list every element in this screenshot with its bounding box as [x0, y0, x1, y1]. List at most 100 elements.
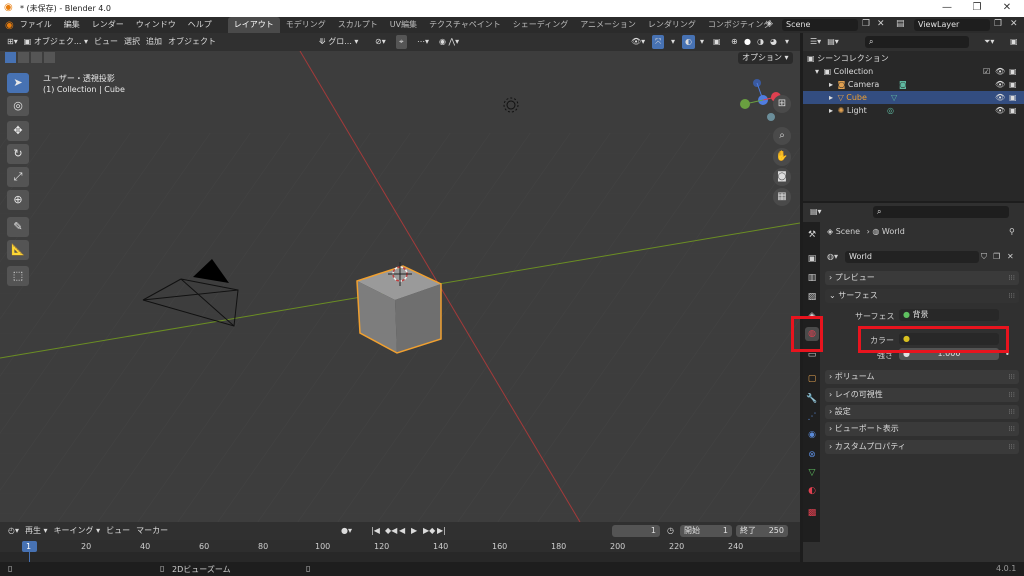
eye-icon[interactable]: 👁 — [995, 78, 1005, 91]
outliner-row-cube[interactable]: ▸ ▽ Cube ▽ 👁 ▣ — [803, 91, 1024, 104]
object-tab-icon[interactable]: ▢ — [805, 372, 819, 386]
data-tab-icon[interactable]: ▽ — [805, 466, 819, 480]
start-frame-field[interactable]: 開始 1 — [680, 525, 732, 537]
select-mode-icons[interactable] — [5, 52, 65, 64]
new-viewlayer-icon[interactable]: ❐ — [994, 19, 1002, 29]
tab-animation[interactable]: アニメーション — [574, 17, 642, 33]
view-layer-tab-icon[interactable]: ▨ — [805, 290, 819, 304]
camera-render-icon[interactable]: ▣ — [1009, 78, 1017, 91]
shading-dropdown-icon[interactable]: ▾ — [782, 35, 792, 49]
drag-grip-icon[interactable]: ⁞⁞⁞ — [1008, 388, 1015, 402]
select-subtract-icon[interactable] — [31, 52, 42, 63]
tab-sculpt[interactable]: スカルプト — [332, 17, 384, 33]
add-menu[interactable]: 追加 — [143, 35, 165, 49]
panel-custom-properties[interactable]: › カスタムプロパティ ⁞⁞⁞ — [825, 440, 1019, 454]
material-shading-icon[interactable]: ◑ — [754, 35, 767, 49]
output-tab-icon[interactable]: ▥ — [805, 271, 819, 285]
scale-tool[interactable]: ⤢ — [7, 167, 29, 187]
checkbox-icon[interactable]: ☑ — [983, 65, 990, 78]
3d-viewport[interactable]: ユーザー・透視投影 (1) Collection | Cube ➤ ◎ ✥ ↻ … — [0, 33, 800, 522]
duplicate-icon[interactable]: ❐ — [993, 252, 1000, 261]
camera-view-button[interactable]: ◙ — [773, 168, 791, 186]
world-name-field[interactable]: World — [845, 251, 979, 263]
drag-grip-icon[interactable]: ⁞⁞⁞ — [1008, 405, 1015, 419]
camera-render-icon[interactable]: ▣ — [1009, 65, 1017, 78]
tab-texture-paint[interactable]: テクスチャペイント — [423, 17, 507, 33]
tab-modeling[interactable]: モデリング — [280, 17, 332, 33]
move-tool[interactable]: ✥ — [7, 121, 29, 141]
menu-file[interactable]: ファイル — [14, 17, 58, 33]
object-menu[interactable]: オブジェクト — [165, 35, 219, 49]
ortho-toggle-button[interactable]: ⊞ — [773, 95, 791, 113]
select-new-icon[interactable] — [5, 52, 16, 63]
drag-grip-icon[interactable]: ⁞⁞⁞ — [1008, 289, 1015, 303]
world-datablock-icon[interactable]: ◍▾ — [827, 252, 838, 261]
viewlayer-icon[interactable]: ▤ — [896, 19, 905, 29]
transform-orientation-dropdown[interactable]: ⟱ グロ... ▾ — [316, 35, 361, 49]
drag-grip-icon[interactable]: ⁞⁞⁞ — [1008, 271, 1015, 285]
eye-icon[interactable]: 👁 — [995, 65, 1005, 78]
panel-viewport-display[interactable]: › ビューポート表示 ⁞⁞⁞ — [825, 422, 1019, 436]
physics-tab-icon[interactable]: ◉ — [805, 428, 819, 442]
mode-dropdown[interactable]: ▣ オブジェク... ▾ — [21, 35, 91, 49]
eye-icon[interactable]: 👁 — [995, 104, 1005, 117]
select-extend-icon[interactable] — [18, 52, 29, 63]
modifier-tab-icon[interactable]: 🔧 — [805, 392, 819, 406]
gizmo-dropdown-icon[interactable]: ▾ — [668, 35, 678, 49]
keying-menu[interactable]: キーイング ▾ — [51, 524, 104, 538]
snap-icon[interactable]: ⌖ — [396, 35, 407, 49]
menu-help[interactable]: ヘルプ — [182, 17, 218, 33]
panel-surface[interactable]: ⌄ サーフェス ⁞⁞⁞ — [825, 289, 1019, 303]
timeline-editor-icon[interactable]: ◴▾ — [5, 524, 22, 538]
gizmo-toggle-icon[interactable]: ⤧ — [652, 35, 665, 49]
tab-uv-editing[interactable]: UV編集 — [384, 17, 423, 33]
light-object[interactable] — [503, 97, 519, 113]
expand-icon[interactable]: ▾ — [815, 67, 819, 76]
view-menu[interactable]: ビュー — [91, 35, 121, 49]
tab-rendering[interactable]: レンダリング — [642, 17, 702, 33]
minimize-icon[interactable]: — — [932, 2, 962, 13]
outliner-row-light[interactable]: ▸ ✺ Light ◎ 👁 ▣ — [803, 104, 1024, 117]
visibility-icon[interactable]: 👁▾ — [628, 35, 648, 49]
record-icon[interactable]: ●▾ — [338, 524, 355, 538]
play-reverse-icon[interactable]: ◀ — [396, 524, 408, 538]
drag-grip-icon[interactable]: ⁞⁞⁞ — [1008, 440, 1015, 454]
rotate-tool[interactable]: ↻ — [7, 144, 29, 164]
unlink-icon[interactable]: ✕ — [1007, 252, 1014, 261]
properties-editor-icon[interactable]: ▤▾ — [807, 205, 825, 219]
expand-icon[interactable]: ▸ — [829, 106, 833, 115]
outliner-row-camera[interactable]: ▸ ◙ Camera ◙ 👁 ▣ — [803, 78, 1024, 91]
rendered-shading-icon[interactable]: ◕ — [767, 35, 780, 49]
panel-volume[interactable]: › ボリューム ⁞⁞⁞ — [825, 370, 1019, 384]
constraints-tab-icon[interactable]: ⊗ — [805, 448, 819, 462]
xray-icon[interactable]: ▣ — [710, 35, 724, 49]
timeline-view-menu[interactable]: ビュー — [103, 524, 133, 538]
menu-render[interactable]: レンダー — [86, 17, 130, 33]
tab-shading[interactable]: シェーディング — [507, 17, 574, 33]
outliner-row-collection[interactable]: ▾ ▣ Collection ☑ 👁 ▣ — [803, 65, 1024, 78]
jump-end-icon[interactable]: ▶| — [434, 524, 449, 538]
render-tab-icon[interactable]: ▣ — [805, 252, 819, 266]
expand-icon[interactable]: ▸ — [829, 93, 833, 102]
display-mode-icon[interactable]: ▤▾ — [824, 35, 842, 49]
outliner-search[interactable]: ⌕ — [865, 36, 969, 48]
maximize-icon[interactable]: ❐ — [962, 2, 992, 13]
select-box-tool[interactable]: ➤ — [7, 73, 29, 93]
panel-settings[interactable]: › 設定 ⁞⁞⁞ — [825, 405, 1019, 419]
overlay-dropdown-icon[interactable]: ▾ — [697, 35, 707, 49]
end-frame-field[interactable]: 終了 250 — [736, 525, 788, 537]
marker-menu[interactable]: マーカー — [133, 524, 171, 538]
annotate-tool[interactable]: ✎ — [7, 217, 29, 237]
menu-window[interactable]: ウィンドウ — [130, 17, 182, 33]
wireframe-shading-icon[interactable]: ⊕ — [728, 35, 741, 49]
select-menu[interactable]: 選択 — [121, 35, 143, 49]
solid-shading-icon[interactable]: ● — [741, 35, 754, 49]
filter-icon[interactable]: ⏷▾ — [981, 35, 997, 49]
editor-type-icon[interactable]: ⊞▾ — [4, 35, 21, 49]
panel-preview[interactable]: › プレビュー ⁞⁞⁞ — [825, 271, 1019, 285]
playback-menu[interactable]: 再生 ▾ — [22, 524, 51, 538]
panel-ray-visibility[interactable]: › レイの可視性 ⁞⁞⁞ — [825, 388, 1019, 402]
select-invert-icon[interactable] — [44, 52, 55, 63]
scene-icon[interactable]: ◈ — [766, 19, 773, 29]
eye-icon[interactable]: 👁 — [995, 91, 1005, 104]
